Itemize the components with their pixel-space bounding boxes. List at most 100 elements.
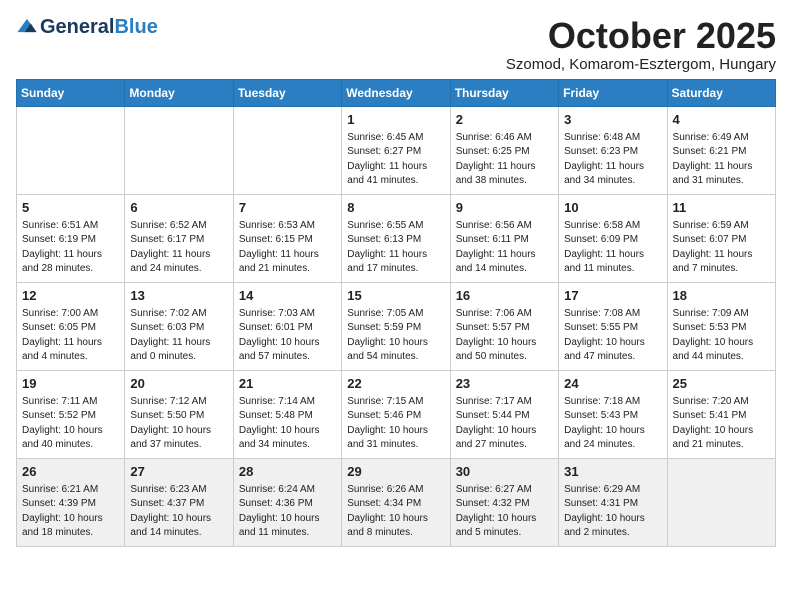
calendar-body: 1 Sunrise: 6:45 AMSunset: 6:27 PMDaylight…: [17, 106, 776, 546]
day-number: 10: [564, 199, 661, 217]
table-cell: 8 Sunrise: 6:55 AMSunset: 6:13 PMDaylight…: [342, 194, 450, 282]
day-info: Sunrise: 6:23 AMSunset: 4:37 PMDaylight:…: [130, 483, 227, 541]
day-info: Sunrise: 7:09 AMSunset: 5:53 PMDaylight:…: [673, 307, 770, 365]
day-number: 15: [347, 287, 444, 305]
table-cell: 19 Sunrise: 7:11 AMSunset: 5:52 PMDayligh…: [17, 370, 125, 458]
logo: GeneralBlue: [16, 16, 158, 38]
day-info: Sunrise: 6:59 AMSunset: 6:07 PMDaylight:…: [673, 219, 770, 277]
logo-blue: Blue: [114, 17, 157, 37]
day-info: Sunrise: 6:46 AMSunset: 6:25 PMDaylight:…: [456, 131, 553, 189]
day-info: Sunrise: 7:11 AMSunset: 5:52 PMDaylight:…: [22, 395, 119, 453]
table-cell: 22Sunrise: 7:15 AMSunset: 5:46 PMDayligh…: [342, 370, 450, 458]
table-cell: 5 Sunrise: 6:51 AMSunset: 6:19 PMDaylight…: [17, 194, 125, 282]
day-info: Sunrise: 6:56 AMSunset: 6:11 PMDaylight:…: [456, 219, 553, 277]
table-cell: [233, 106, 341, 194]
col-wednesday: Wednesday: [342, 79, 450, 106]
week-row-2: 5 Sunrise: 6:51 AMSunset: 6:19 PMDaylight…: [17, 194, 776, 282]
logo-icon: [16, 16, 38, 38]
table-cell: 27 Sunrise: 6:23 AMSunset: 4:37 PMDayligh…: [125, 458, 233, 546]
day-number: 9: [456, 199, 553, 217]
day-info: Sunrise: 6:24 AMSunset: 4:36 PMDaylight:…: [239, 483, 336, 541]
day-info: Sunrise: 6:26 AMSunset: 4:34 PMDaylight:…: [347, 483, 444, 541]
day-number: 27: [130, 463, 227, 481]
table-cell: 6Sunrise: 6:52 AMSunset: 6:17 PMDaylight…: [125, 194, 233, 282]
day-info: Sunrise: 7:05 AMSunset: 5:59 PMDaylight:…: [347, 307, 444, 365]
table-cell: 3Sunrise: 6:48 AMSunset: 6:23 PMDaylight…: [559, 106, 667, 194]
day-number: 1: [347, 111, 444, 129]
week-row-1: 1 Sunrise: 6:45 AMSunset: 6:27 PMDaylight…: [17, 106, 776, 194]
day-info: Sunrise: 7:00 AMSunset: 6:05 PMDaylight:…: [22, 307, 119, 365]
day-number: 12: [22, 287, 119, 305]
day-number: 29: [347, 463, 444, 481]
table-cell: 24 Sunrise: 7:18 AMSunset: 5:43 PMDayligh…: [559, 370, 667, 458]
calendar-table: Sunday Monday Tuesday Wednesday Thursday…: [16, 79, 776, 547]
table-cell: 14Sunrise: 7:03 AMSunset: 6:01 PMDayligh…: [233, 282, 341, 370]
table-cell: 10Sunrise: 6:58 AMSunset: 6:09 PMDayligh…: [559, 194, 667, 282]
day-info: Sunrise: 6:55 AMSunset: 6:13 PMDaylight:…: [347, 219, 444, 277]
day-info: Sunrise: 6:21 AMSunset: 4:39 PMDaylight:…: [22, 483, 119, 541]
table-cell: 1 Sunrise: 6:45 AMSunset: 6:27 PMDaylight…: [342, 106, 450, 194]
day-number: 25: [673, 375, 770, 393]
table-cell: 18 Sunrise: 7:09 AMSunset: 5:53 PMDayligh…: [667, 282, 775, 370]
day-info: Sunrise: 7:02 AMSunset: 6:03 PMDaylight:…: [130, 307, 227, 365]
title-area: October 2025 Szomod, Komarom-Esztergom, …: [506, 16, 776, 73]
page-header: GeneralBlue October 2025 Szomod, Komarom…: [16, 16, 776, 73]
day-info: Sunrise: 7:20 AMSunset: 5:41 PMDaylight:…: [673, 395, 770, 453]
day-info: Sunrise: 7:14 AMSunset: 5:48 PMDaylight:…: [239, 395, 336, 453]
table-cell: [17, 106, 125, 194]
day-number: 18: [673, 287, 770, 305]
day-info: Sunrise: 7:08 AMSunset: 5:55 PMDaylight:…: [564, 307, 661, 365]
day-number: 14: [239, 287, 336, 305]
day-info: Sunrise: 7:06 AMSunset: 5:57 PMDaylight:…: [456, 307, 553, 365]
day-info: Sunrise: 6:29 AMSunset: 4:31 PMDaylight:…: [564, 483, 661, 541]
col-tuesday: Tuesday: [233, 79, 341, 106]
table-cell: 7 Sunrise: 6:53 AMSunset: 6:15 PMDaylight…: [233, 194, 341, 282]
day-info: Sunrise: 6:53 AMSunset: 6:15 PMDaylight:…: [239, 219, 336, 277]
day-info: Sunrise: 6:52 AMSunset: 6:17 PMDaylight:…: [130, 219, 227, 277]
day-info: Sunrise: 6:45 AMSunset: 6:27 PMDaylight:…: [347, 131, 444, 189]
calendar-header: Sunday Monday Tuesday Wednesday Thursday…: [17, 79, 776, 106]
day-number: 17: [564, 287, 661, 305]
day-info: Sunrise: 7:18 AMSunset: 5:43 PMDaylight:…: [564, 395, 661, 453]
col-saturday: Saturday: [667, 79, 775, 106]
day-info: Sunrise: 6:27 AMSunset: 4:32 PMDaylight:…: [456, 483, 553, 541]
day-number: 5: [22, 199, 119, 217]
table-cell: 28 Sunrise: 6:24 AMSunset: 4:36 PMDayligh…: [233, 458, 341, 546]
week-row-4: 19 Sunrise: 7:11 AMSunset: 5:52 PMDayligh…: [17, 370, 776, 458]
day-number: 7: [239, 199, 336, 217]
day-number: 28: [239, 463, 336, 481]
day-info: Sunrise: 7:15 AMSunset: 5:46 PMDaylight:…: [347, 395, 444, 453]
table-cell: 26 Sunrise: 6:21 AMSunset: 4:39 PMDayligh…: [17, 458, 125, 546]
col-friday: Friday: [559, 79, 667, 106]
day-info: Sunrise: 7:12 AMSunset: 5:50 PMDaylight:…: [130, 395, 227, 453]
table-cell: 29 Sunrise: 6:26 AMSunset: 4:34 PMDayligh…: [342, 458, 450, 546]
day-number: 23: [456, 375, 553, 393]
table-cell: 15 Sunrise: 7:05 AMSunset: 5:59 PMDayligh…: [342, 282, 450, 370]
day-info: Sunrise: 7:17 AMSunset: 5:44 PMDaylight:…: [456, 395, 553, 453]
day-number: 21: [239, 375, 336, 393]
day-number: 26: [22, 463, 119, 481]
day-number: 30: [456, 463, 553, 481]
table-cell: 30 Sunrise: 6:27 AMSunset: 4:32 PMDayligh…: [450, 458, 558, 546]
table-cell: 9 Sunrise: 6:56 AMSunset: 6:11 PMDaylight…: [450, 194, 558, 282]
table-cell: [125, 106, 233, 194]
day-number: 8: [347, 199, 444, 217]
day-number: 20: [130, 375, 227, 393]
table-cell: 2Sunrise: 6:46 AMSunset: 6:25 PMDaylight…: [450, 106, 558, 194]
logo-general: General: [40, 17, 114, 37]
day-number: 31: [564, 463, 661, 481]
table-cell: 25 Sunrise: 7:20 AMSunset: 5:41 PMDayligh…: [667, 370, 775, 458]
day-info: Sunrise: 6:51 AMSunset: 6:19 PMDaylight:…: [22, 219, 119, 277]
location-subtitle: Szomod, Komarom-Esztergom, Hungary: [506, 56, 776, 73]
week-row-5: 26 Sunrise: 6:21 AMSunset: 4:39 PMDayligh…: [17, 458, 776, 546]
day-number: 19: [22, 375, 119, 393]
table-cell: 20 Sunrise: 7:12 AMSunset: 5:50 PMDayligh…: [125, 370, 233, 458]
table-cell: 21 Sunrise: 7:14 AMSunset: 5:48 PMDayligh…: [233, 370, 341, 458]
day-info: Sunrise: 6:49 AMSunset: 6:21 PMDaylight:…: [673, 131, 770, 189]
table-cell: [667, 458, 775, 546]
col-sunday: Sunday: [17, 79, 125, 106]
day-number: 24: [564, 375, 661, 393]
col-monday: Monday: [125, 79, 233, 106]
day-number: 4: [673, 111, 770, 129]
day-number: 16: [456, 287, 553, 305]
